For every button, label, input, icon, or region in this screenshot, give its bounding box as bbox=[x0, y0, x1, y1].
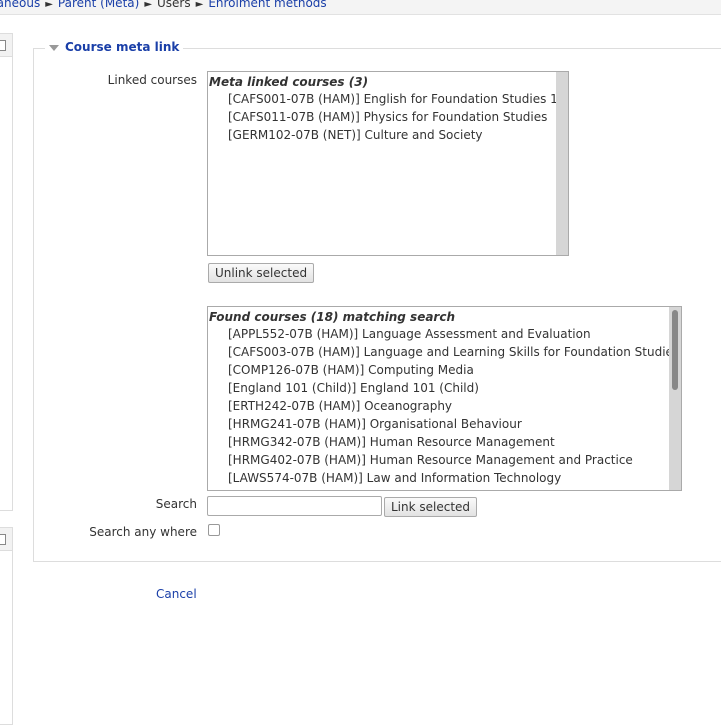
breadcrumb-item-parent-meta[interactable]: Parent (Meta) bbox=[58, 0, 139, 10]
found-course-option[interactable]: [HRMG342-07B (HAM)] Human Resource Manag… bbox=[208, 433, 681, 451]
found-course-option[interactable]: [ERTH242-07B (HAM)] Oceanography bbox=[208, 397, 681, 415]
breadcrumb: llaneous ► Parent (Meta) ► Users ► Enrolment m… bbox=[0, 0, 327, 10]
search-anywhere-label: Search any where bbox=[89, 525, 197, 539]
scrollbar-thumb[interactable] bbox=[672, 310, 678, 390]
side-block bbox=[0, 33, 13, 511]
found-courses-group: Found courses (18) matching search bbox=[209, 310, 455, 324]
search-anywhere-checkbox[interactable] bbox=[208, 524, 220, 536]
breadcrumb-separator-icon: ► bbox=[195, 0, 204, 10]
unlink-selected-button[interactable]: Unlink selected bbox=[208, 263, 315, 283]
search-label: Search bbox=[155, 497, 197, 511]
found-course-option[interactable]: [LAWS574-07B (HAM)] Law and Information … bbox=[208, 469, 681, 487]
linked-course-option[interactable]: [GERM102-07B (NET)] Culture and Society bbox=[208, 126, 568, 144]
found-courses-scrollbar[interactable] bbox=[669, 307, 681, 490]
found-course-option[interactable]: [HRMG402-07B (HAM)] Human Resource Manag… bbox=[208, 451, 681, 469]
breadcrumb-item-miscellaneous[interactable]: llaneous bbox=[0, 0, 40, 10]
linked-courses-group: Meta linked courses (3) bbox=[209, 75, 369, 89]
collapse-triangle-icon[interactable] bbox=[49, 44, 59, 51]
found-course-option[interactable]: [COMP126-07B (HAM)] Computing Media bbox=[208, 361, 681, 379]
block-icon[interactable] bbox=[0, 40, 6, 51]
link-selected-button[interactable]: Link selected bbox=[384, 497, 478, 517]
fieldset-legend[interactable]: Course meta link bbox=[45, 40, 184, 54]
block-icon[interactable] bbox=[0, 534, 6, 545]
linked-courses-select[interactable]: Meta linked courses (3) [CAFS001-07B (HA… bbox=[207, 71, 569, 256]
found-course-option[interactable]: [CAFS003-07B (HAM)] Language and Learnin… bbox=[208, 343, 681, 361]
navbar: llaneous ► Parent (Meta) ► Users ► Enrolment m… bbox=[0, 0, 721, 15]
breadcrumb-item-enrolment-methods[interactable]: Enrolment methods bbox=[208, 0, 326, 10]
breadcrumb-item-users: Users bbox=[157, 0, 191, 10]
linked-course-option[interactable]: [CAFS001-07B (HAM)] English for Foundati… bbox=[208, 90, 568, 108]
breadcrumb-separator-icon: ► bbox=[45, 0, 53, 10]
found-courses-select[interactable]: Found courses (18) matching search [APPL… bbox=[207, 306, 682, 491]
linked-course-option[interactable]: [CAFS011-07B (HAM)] Physics for Foundati… bbox=[208, 108, 568, 126]
linked-courses-scrollbar[interactable] bbox=[556, 72, 568, 255]
found-course-option[interactable]: [APPL552-07B (HAM)] Language Assessment … bbox=[208, 325, 681, 343]
linked-courses-label: Linked courses bbox=[107, 73, 197, 87]
side-block bbox=[0, 527, 13, 725]
found-course-option[interactable]: [England 101 (Child)] England 101 (Child… bbox=[208, 379, 681, 397]
breadcrumb-separator-icon: ► bbox=[144, 0, 153, 10]
cancel-link[interactable]: Cancel bbox=[156, 587, 197, 601]
section-title: Course meta link bbox=[65, 40, 180, 54]
search-input[interactable] bbox=[207, 496, 382, 516]
found-course-option[interactable]: [HRMG241-07B (HAM)] Organisational Behav… bbox=[208, 415, 681, 433]
